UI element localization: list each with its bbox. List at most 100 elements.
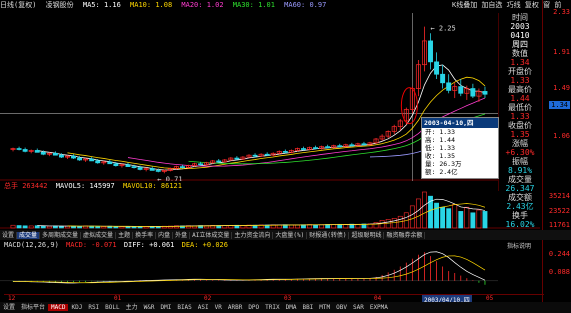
- macd-readout: MACD: -0.071: [66, 241, 117, 249]
- current-price-tag: 1.34: [549, 101, 570, 109]
- line-tool-button[interactable]: 巧线: [507, 1, 521, 9]
- indicator-button[interactable]: SAR: [350, 304, 367, 311]
- indicator-button[interactable]: W&R: [141, 304, 158, 311]
- indicator-tab[interactable]: 财报通(转债): [307, 232, 350, 239]
- quote-info-panel: 时间 2003 0410 周四 数值 1.34 开盘价 1.33 最高价 1.4…: [498, 13, 541, 229]
- indicator-tab[interactable]: 内盘: [156, 232, 174, 239]
- high-marker: ← 2.25: [430, 25, 455, 33]
- candle-body: [216, 160, 222, 163]
- macd-header: MACD(12,26,9) MACD: -0.071 DIFF: +0.061 …: [4, 241, 544, 251]
- date-tick: 03: [284, 295, 292, 302]
- volume-bar: [464, 206, 470, 229]
- volume-bar: [476, 209, 482, 229]
- tooltip-date: 2003-04-10,四: [422, 118, 498, 128]
- low-label: 最低价: [508, 103, 532, 112]
- indicator-tab[interactable]: AI立体成交量: [190, 232, 233, 239]
- indicator-tab[interactable]: 多周期成交量: [40, 232, 82, 239]
- indicator-button[interactable]: RSI: [85, 304, 102, 311]
- candle-body: [95, 160, 101, 164]
- indicator-button[interactable]: TRIX: [262, 304, 282, 311]
- candle-body: [58, 154, 64, 158]
- indicator-button[interactable]: 设置: [0, 304, 18, 311]
- date-tick: 01: [114, 295, 122, 302]
- indicator-button[interactable]: 主力: [123, 304, 141, 311]
- indicator-button[interactable]: OBV: [333, 304, 350, 311]
- candle-body: [434, 61, 440, 75]
- axis-tick: 35214: [548, 192, 570, 200]
- candle-body: [300, 148, 306, 150]
- indicator-button[interactable]: ARBR: [225, 304, 245, 311]
- indicator-button[interactable]: ASI: [195, 304, 212, 311]
- macd-chart[interactable]: [0, 250, 540, 294]
- volume-bar: [77, 226, 82, 229]
- volume-bar: [482, 211, 488, 229]
- volume-bar: [422, 191, 427, 229]
- indicator-button[interactable]: 指标平台: [18, 304, 48, 311]
- indicator-button[interactable]: DPO: [245, 304, 262, 311]
- candle-body: [107, 161, 113, 165]
- price-axis: 2.33 1.91 1.49 1.34 1.06 35214 23522 117…: [542, 0, 571, 313]
- indicator-button[interactable]: MTM: [316, 304, 333, 311]
- amplitude-value: 8.91%: [507, 166, 533, 175]
- axis-tick: 0.244: [548, 250, 570, 258]
- indicator-button[interactable]: MACD: [48, 304, 69, 311]
- indicator-tab[interactable]: 设置: [0, 232, 18, 239]
- volume-bar: [409, 205, 415, 229]
- tooltip-line: 高: 1.44: [425, 136, 455, 144]
- add-favorite-button[interactable]: 加自选: [481, 1, 502, 9]
- open-label: 开盘价: [508, 67, 532, 76]
- change-label: 涨幅: [512, 139, 528, 148]
- kline-overlay-button[interactable]: K线叠加: [452, 1, 477, 9]
- volume-bar: [131, 226, 137, 229]
- indicator-button[interactable]: BBI: [299, 304, 316, 311]
- highlight-circle: [400, 87, 418, 125]
- diff-readout: DIFF: +0.061: [123, 241, 175, 249]
- date-tick: 04: [374, 295, 382, 302]
- indicator-bar: 设置 指标平台 MACD KDJ RSI BOLL 主力 W&R DMI BIAS ASI VR ARB…: [0, 302, 571, 313]
- indicator-tab[interactable]: 大盘量(%): [273, 232, 308, 239]
- adjust-button[interactable]: 复权: [525, 1, 539, 9]
- candle-body: [440, 73, 446, 84]
- volume-bar: [452, 204, 458, 229]
- macd-label: MACD(12,26,9): [4, 241, 59, 249]
- ma60-readout: MA60: 0.97: [284, 1, 327, 9]
- change-value: +6.30%: [505, 148, 535, 157]
- indicator-tab[interactable]: 外盘: [173, 232, 191, 239]
- candle-body: [361, 143, 367, 146]
- indicator-tab[interactable]: 融资融券余额: [384, 232, 426, 239]
- volume-bar: [470, 212, 476, 229]
- date-tick: 02: [204, 295, 212, 302]
- candle-body: [71, 155, 76, 159]
- indicator-button[interactable]: DMA: [283, 304, 300, 311]
- indicator-tab[interactable]: 虚拟成交量: [81, 232, 117, 239]
- volume-bar: [434, 202, 439, 229]
- tooltip-line: 量: 26.3万: [425, 160, 462, 168]
- indicator-tab[interactable]: 换手率: [133, 232, 157, 239]
- volume-bar: [385, 219, 391, 229]
- tooltip-line: 收: 1.35: [425, 152, 455, 160]
- indicator-button[interactable]: BOLL: [102, 304, 122, 311]
- indicator-tab[interactable]: 主力资金流向: [232, 232, 274, 239]
- indicator-button[interactable]: VR: [212, 304, 225, 311]
- candle-body: [313, 147, 319, 149]
- volume-bar: [59, 226, 64, 229]
- indicator-button[interactable]: KDJ: [68, 304, 85, 311]
- high-value: 1.44: [510, 94, 530, 103]
- candle-body: [77, 157, 83, 161]
- indicator-button[interactable]: DMI: [157, 304, 174, 311]
- indicator-tab[interactable]: 成交量: [17, 232, 41, 239]
- candle-body: [16, 148, 22, 150]
- candle-body: [179, 166, 185, 168]
- indicator-button[interactable]: BIAS: [174, 304, 194, 311]
- ma20-readout: MA20: 1.02: [181, 1, 224, 9]
- volume-bar: [446, 208, 452, 229]
- indicator-button[interactable]: EXPMA: [367, 304, 391, 311]
- axis-tick: 2.33: [553, 8, 570, 16]
- weekday: 周四: [512, 40, 528, 49]
- mavol5-readout: MAVOL5: 145997: [55, 182, 115, 190]
- period-label[interactable]: 日线(复权): [0, 1, 36, 9]
- indicator-help-button[interactable]: 指标说明: [507, 241, 531, 250]
- ma5-readout: MA5: 1.16: [82, 1, 121, 9]
- indicator-tab[interactable]: 主题: [116, 232, 134, 239]
- indicator-tab[interactable]: 超级聪明线: [349, 232, 385, 239]
